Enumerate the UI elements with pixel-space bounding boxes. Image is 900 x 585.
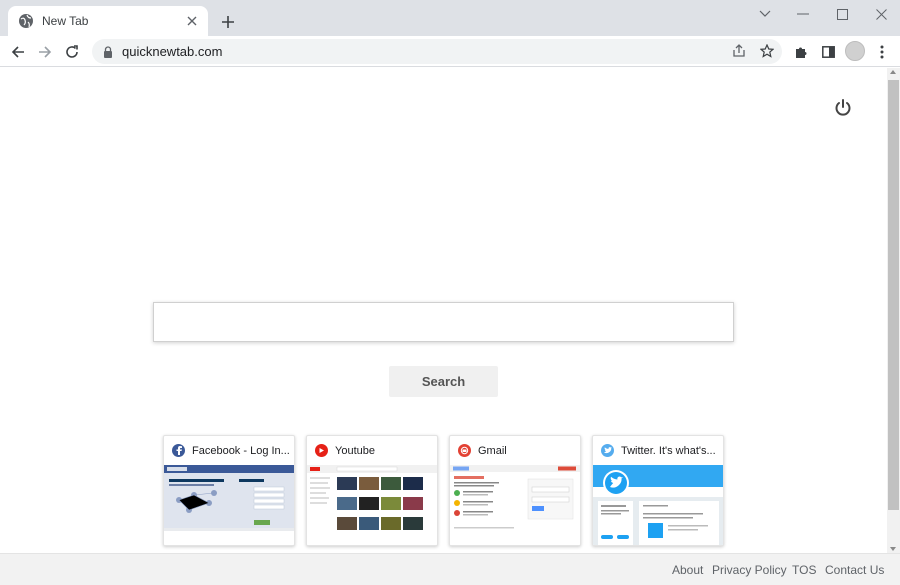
page-footer: About Privacy Policy TOS Contact Us bbox=[0, 553, 900, 585]
twitter-icon bbox=[601, 444, 614, 457]
profile-avatar[interactable] bbox=[845, 41, 865, 61]
tile-facebook[interactable]: Facebook - Log In... bbox=[163, 435, 295, 546]
back-button[interactable] bbox=[7, 41, 29, 63]
scroll-up-arrow-icon[interactable] bbox=[890, 70, 896, 74]
chevron-down-icon bbox=[759, 10, 771, 17]
globe-icon bbox=[19, 14, 33, 28]
tile-label: Twitter. It's what's... bbox=[621, 444, 716, 457]
tab-search-button[interactable] bbox=[753, 6, 777, 22]
youtube-thumbnail bbox=[307, 465, 437, 545]
arrow-right-icon bbox=[39, 46, 52, 58]
more-vert-icon bbox=[880, 45, 884, 59]
tab-new-tab[interactable]: New Tab bbox=[8, 6, 208, 36]
share-icon[interactable] bbox=[730, 42, 748, 60]
reload-icon bbox=[66, 45, 78, 58]
facebook-icon bbox=[172, 444, 185, 457]
tile-gmail[interactable]: Gmail bbox=[449, 435, 581, 546]
forward-button[interactable] bbox=[34, 41, 56, 63]
youtube-icon bbox=[315, 444, 328, 457]
tile-twitter[interactable]: Twitter. It's what's... bbox=[592, 435, 724, 546]
minimize-icon bbox=[797, 13, 809, 15]
tile-label: Gmail bbox=[478, 444, 507, 457]
tile-label: Youtube bbox=[335, 444, 375, 457]
search-input[interactable] bbox=[153, 302, 734, 342]
scrollbar-thumb[interactable] bbox=[888, 80, 899, 510]
twitter-thumbnail bbox=[593, 465, 723, 545]
reload-button[interactable] bbox=[61, 41, 83, 63]
address-bar[interactable]: quicknewtab.com bbox=[92, 39, 782, 64]
lock-icon bbox=[104, 45, 112, 58]
side-panel-icon bbox=[821, 46, 835, 58]
extensions-button[interactable] bbox=[790, 41, 812, 63]
tile-label: Facebook - Log In... bbox=[192, 444, 290, 457]
close-icon bbox=[875, 8, 887, 20]
tile-youtube[interactable]: Youtube bbox=[306, 435, 438, 546]
gmail-icon bbox=[458, 444, 471, 457]
search-button[interactable]: Search bbox=[389, 366, 498, 397]
tos-link[interactable]: TOS bbox=[792, 563, 816, 577]
tab-title: New Tab bbox=[42, 14, 89, 28]
new-tab-button[interactable] bbox=[218, 12, 238, 32]
arrow-left-icon bbox=[11, 46, 24, 58]
gmail-thumbnail bbox=[450, 465, 580, 545]
tab-strip: New Tab bbox=[0, 0, 900, 36]
about-link[interactable]: About bbox=[672, 563, 703, 577]
puzzle-icon bbox=[796, 47, 807, 58]
bookmark-star-icon[interactable] bbox=[758, 42, 776, 60]
scroll-down-arrow-icon[interactable] bbox=[890, 547, 896, 551]
speed-dial: Facebook - Log In... Youtube Gmail Twitt… bbox=[163, 435, 724, 547]
minimize-button[interactable] bbox=[791, 6, 815, 22]
page-scrollbar[interactable] bbox=[887, 68, 900, 553]
side-panel-button[interactable] bbox=[817, 41, 839, 63]
power-icon[interactable] bbox=[834, 98, 852, 118]
menu-button[interactable] bbox=[871, 41, 893, 63]
maximize-icon bbox=[836, 8, 848, 20]
url-text: quicknewtab.com bbox=[122, 44, 223, 59]
close-window-button[interactable] bbox=[869, 6, 893, 22]
close-tab-icon[interactable] bbox=[184, 13, 200, 29]
plus-icon bbox=[222, 16, 234, 28]
maximize-button[interactable] bbox=[830, 6, 854, 22]
browser-toolbar: quicknewtab.com bbox=[0, 36, 900, 67]
privacy-policy-link[interactable]: Privacy Policy bbox=[712, 563, 787, 577]
facebook-thumbnail bbox=[164, 465, 294, 545]
contact-us-link[interactable]: Contact Us bbox=[825, 563, 884, 577]
page-content: Search Facebook - Log In... Youtube Gmai… bbox=[0, 68, 887, 553]
